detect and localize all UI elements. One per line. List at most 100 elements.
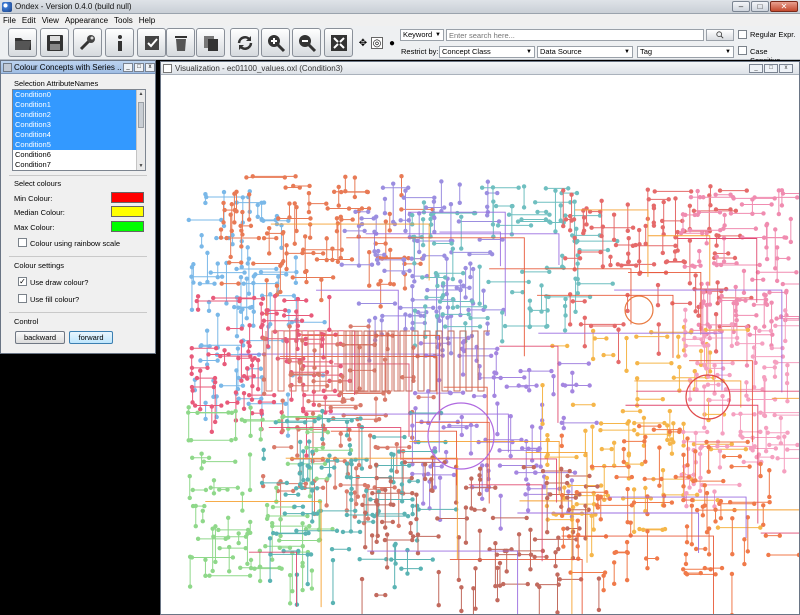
toolbar: ✥ ◎ ● Keyword▼ Regular Expr. Restrict by… xyxy=(0,26,800,65)
divider xyxy=(9,256,147,257)
divider xyxy=(9,312,147,313)
list-item[interactable]: Condition7 xyxy=(13,160,137,170)
rainbow-checkbox[interactable] xyxy=(18,238,27,247)
fit-button[interactable] xyxy=(324,28,353,57)
chevron-down-icon: ▼ xyxy=(435,32,441,38)
rainbow-label: Colour using rainbow scale xyxy=(30,239,121,248)
pick-icon[interactable]: ◎ xyxy=(371,37,383,49)
tag-select[interactable]: Tag ▼ xyxy=(637,46,734,58)
median-colour-swatch[interactable] xyxy=(111,206,144,217)
min-colour-swatch[interactable] xyxy=(111,192,144,203)
info-icon xyxy=(117,34,122,51)
use-draw-colour-label: Use draw colour? xyxy=(30,278,89,287)
wrench-icon xyxy=(79,34,95,50)
zoom-out-button[interactable] xyxy=(292,28,321,57)
info-button[interactable] xyxy=(105,28,134,57)
menu-file[interactable]: File xyxy=(3,16,16,25)
menu-appearance[interactable]: Appearance xyxy=(65,16,108,25)
fit-icon xyxy=(330,34,347,51)
menu-edit[interactable]: Edit xyxy=(22,16,36,25)
frame-icon xyxy=(163,63,172,73)
frame-maximize-button[interactable]: □ xyxy=(764,63,778,73)
control-label: Control xyxy=(14,317,39,326)
list-item[interactable]: Condition2 xyxy=(13,110,137,120)
colour-settings-label: Colour settings xyxy=(14,261,65,270)
case-sensitive-checkbox[interactable] xyxy=(738,46,747,55)
frame-minimize-button[interactable]: _ xyxy=(749,63,763,73)
visualization-frame: Visualization - ec01100_values.oxl (Cond… xyxy=(160,61,800,615)
list-item[interactable]: Condition1 xyxy=(13,100,137,110)
scroll-up-icon[interactable]: ▲ xyxy=(137,90,145,98)
list-item[interactable]: Condition5 xyxy=(13,140,137,150)
menu-view[interactable]: View xyxy=(42,16,59,25)
concept-class-select[interactable]: Concept Class ▼ xyxy=(439,46,535,58)
list-item[interactable]: Condition3 xyxy=(13,120,137,130)
open-button[interactable] xyxy=(8,28,37,57)
copy-button[interactable] xyxy=(196,28,225,57)
selection-label: Selection AttributeNames xyxy=(14,79,99,88)
zoom-in-icon xyxy=(267,34,285,52)
ondex-app-icon xyxy=(2,1,12,12)
maximize-button[interactable]: □ xyxy=(751,0,769,12)
select-button[interactable] xyxy=(137,28,166,57)
list-scrollbar[interactable]: ▲ ▼ xyxy=(136,90,145,170)
restrict-label: Restrict by: xyxy=(401,47,439,56)
frame-close-button[interactable]: x xyxy=(779,63,793,73)
select-colours-label: Select colours xyxy=(14,179,62,188)
search-icon xyxy=(716,31,724,39)
trash-icon xyxy=(174,35,187,51)
backward-button[interactable]: backward xyxy=(15,331,65,344)
scroll-down-icon[interactable]: ▼ xyxy=(137,162,145,170)
forward-button[interactable]: forward xyxy=(69,331,113,344)
visualization-title-bar: Visualization - ec01100_values.oxl (Cond… xyxy=(161,62,799,75)
max-colour-swatch[interactable] xyxy=(111,221,144,232)
close-button[interactable]: ✕ xyxy=(770,0,798,12)
search-input[interactable] xyxy=(446,29,704,41)
title-bar: Ondex - Version 0.4.0 (build null) – □ ✕ xyxy=(0,0,800,14)
scroll-thumb[interactable] xyxy=(138,102,144,128)
delete-button[interactable] xyxy=(166,28,195,57)
hand-icon[interactable]: ● xyxy=(386,37,398,49)
median-colour-label: Median Colour: xyxy=(14,208,65,217)
search-button[interactable] xyxy=(706,29,734,41)
list-item[interactable]: Condition6 xyxy=(13,150,137,160)
visualization-title: Visualization - ec01100_values.oxl (Cond… xyxy=(175,63,343,73)
panel-title-bar: Colour Concepts with Series ... _ □ x xyxy=(1,61,155,74)
pathway-network-graph[interactable] xyxy=(161,76,799,614)
min-colour-label: Min Colour: xyxy=(14,194,53,203)
panel-title: Colour Concepts with Series ... xyxy=(14,62,122,72)
move-icon[interactable]: ✥ xyxy=(357,37,369,49)
use-fill-colour-checkbox[interactable] xyxy=(18,294,27,303)
tools-button[interactable] xyxy=(73,28,102,57)
refresh-button[interactable] xyxy=(230,28,259,57)
checkbox-icon xyxy=(144,35,159,50)
data-source-select[interactable]: Data Source ▼ xyxy=(537,46,633,58)
max-colour-label: Max Colour: xyxy=(14,223,55,232)
chevron-down-icon: ▼ xyxy=(725,49,731,55)
minimize-button[interactable]: – xyxy=(732,0,750,12)
use-fill-colour-label: Use fill colour? xyxy=(30,295,80,304)
save-button[interactable] xyxy=(40,28,69,57)
window-title: Ondex - Version 0.4.0 (build null) xyxy=(15,2,132,11)
menu-help[interactable]: Help xyxy=(139,16,155,25)
chevron-down-icon: ▼ xyxy=(624,49,630,55)
panel-close-button[interactable]: x xyxy=(145,62,155,72)
attribute-listbox[interactable]: Condition0 Condition1 Condition2 Conditi… xyxy=(12,89,146,171)
panel-icon xyxy=(3,62,12,72)
chevron-down-icon: ▼ xyxy=(526,49,532,55)
save-icon xyxy=(46,34,63,51)
list-item[interactable]: Condition4 xyxy=(13,130,137,140)
regular-expr-label: Regular Expr. xyxy=(750,30,796,39)
zoom-in-button[interactable] xyxy=(261,28,290,57)
menu-tools[interactable]: Tools xyxy=(114,16,133,25)
regular-expr-checkbox[interactable] xyxy=(738,30,747,39)
panel-maximize-button[interactable]: □ xyxy=(134,62,144,72)
copy-icon xyxy=(203,35,218,51)
panel-minimize-button[interactable]: _ xyxy=(123,62,133,72)
menu-bar: File Edit View Appearance Tools Help xyxy=(0,14,800,26)
list-item[interactable]: Condition0 xyxy=(13,90,137,100)
open-icon xyxy=(14,37,31,50)
search-mode-select[interactable]: Keyword ▼ xyxy=(400,29,444,41)
zoom-out-icon xyxy=(298,34,316,52)
use-draw-colour-checkbox[interactable]: ✓ xyxy=(18,277,27,286)
